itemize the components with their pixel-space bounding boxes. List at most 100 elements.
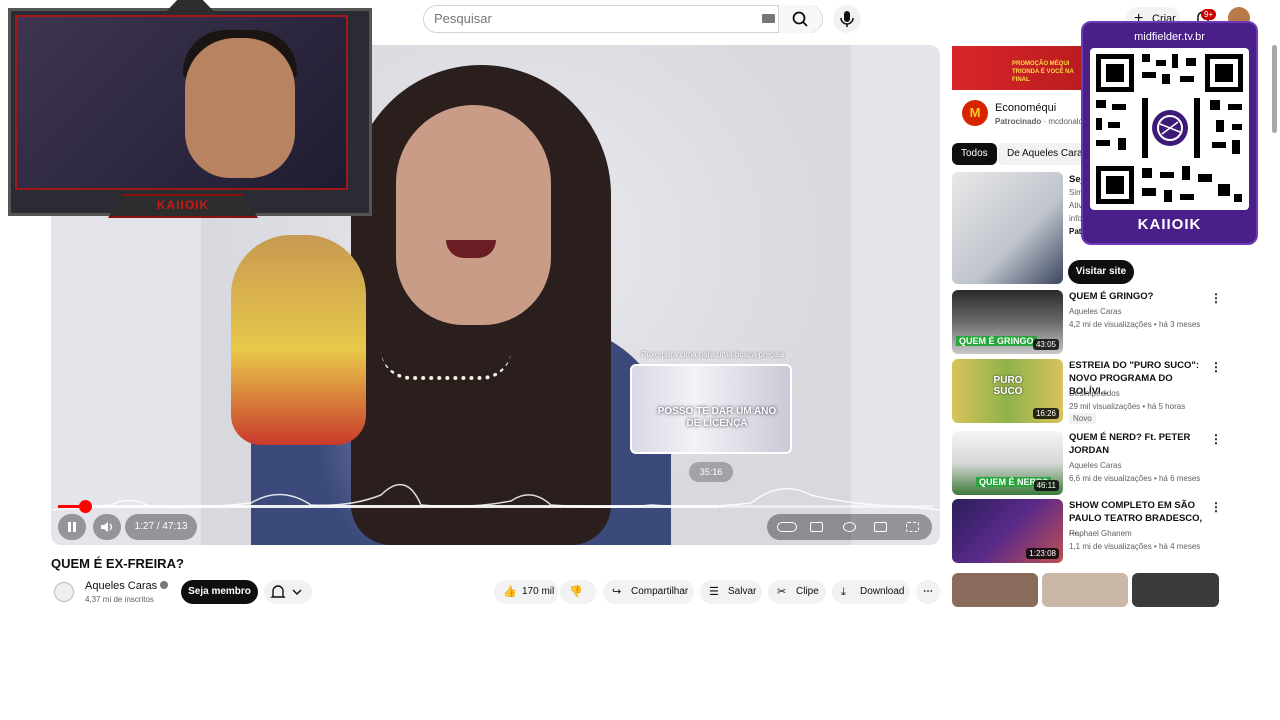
video-channel[interactable]: Aqueles Caras (1069, 305, 1121, 318)
qr-code (1090, 48, 1249, 210)
pause-icon (68, 522, 76, 532)
more-actions-button[interactable]: ⋯ (916, 580, 940, 604)
subtitles-icon[interactable] (810, 522, 823, 532)
thumbnail-text: QUEM É GRINGO (956, 336, 1037, 346)
video-channel[interactable]: Desimpedidos (1069, 387, 1120, 400)
video-channel[interactable]: Aqueles Caras (1069, 459, 1121, 472)
fullscreen-icon[interactable] (906, 522, 919, 532)
share-button[interactable]: ↪ Compartilhar (603, 580, 694, 604)
video-meta: 1,1 mi de visualizações • há 4 meses (1069, 542, 1201, 551)
video-duration: 46:11 (1033, 480, 1059, 491)
thumbs-up-icon: 👍 (503, 586, 517, 598)
save-label: Salvar (728, 586, 757, 597)
thumbnail-text: PURO SUCO (993, 375, 1023, 397)
video-meta: 4,2 mi de visualizações • há 3 meses (1069, 320, 1201, 329)
channel-avatar[interactable] (54, 582, 74, 602)
video-menu-button[interactable]: ⋮ (1210, 433, 1222, 445)
thumbs-down-icon: 👎 (569, 586, 583, 598)
video-duration: 16:26 (1032, 408, 1059, 419)
ad-title[interactable]: Economéqui (995, 102, 1056, 114)
shorts-thumbnail[interactable] (952, 573, 1038, 607)
chip-channel[interactable]: De Aqueles Caras (998, 143, 1084, 165)
video-meta: 6,6 mi de visualizações • há 6 meses (1069, 474, 1201, 483)
like-button[interactable]: 👍 170 mil (494, 580, 558, 604)
more-horizontal-icon: ⋯ (923, 586, 933, 597)
channel-name[interactable]: Aqueles Caras (85, 580, 157, 592)
mcdonalds-logo-icon: M (962, 100, 988, 126)
progress-bar[interactable] (58, 505, 933, 508)
time-display: 1:27 / 47:13 (125, 514, 197, 540)
search-button[interactable] (778, 5, 822, 33)
video-menu-button[interactable]: ⋮ (1210, 501, 1222, 513)
scrubber-handle[interactable] (79, 500, 92, 513)
settings-gear-icon[interactable] (843, 522, 856, 532)
qr-url: midfielder.tv.br (1134, 31, 1205, 43)
buffered-bar (58, 505, 718, 508)
miniplayer-icon[interactable] (874, 522, 887, 532)
visit-site-button[interactable]: Visitar site (1068, 260, 1134, 284)
dislike-button[interactable]: 👎 (560, 580, 596, 604)
video-channel[interactable]: Raphael Ghanem (1069, 527, 1132, 540)
download-button[interactable]: ⤓ Download (832, 580, 910, 604)
video-meta: 29 mil visualizações • há 5 horas (1069, 402, 1186, 411)
preview-time: 35:16 (689, 462, 733, 482)
subscriber-count: 4,37 mi de inscritos (85, 595, 154, 604)
share-icon: ↪ (612, 586, 622, 598)
volume-button[interactable] (93, 514, 121, 540)
voice-search-button[interactable] (833, 5, 861, 33)
notification-badge: 9+ (1201, 9, 1217, 20)
video-thumbnail[interactable]: QUEM É GRINGO 43:05 (952, 290, 1063, 354)
sponsored-video-thumbnail[interactable] (952, 172, 1063, 284)
scissors-icon: ✂ (777, 586, 787, 598)
share-label: Compartilhar (631, 586, 689, 597)
page-scrollbar[interactable] (1272, 45, 1277, 133)
clip-label: Clipe (796, 586, 819, 597)
scrub-preview-thumbnail: POSSO TE DAR UM ANO DE LICENÇA (630, 364, 792, 454)
sponsored-line-3: info (1069, 214, 1082, 223)
jesus-sticker (231, 235, 366, 445)
save-icon: ☰ (709, 586, 719, 598)
webcam-feed-face (185, 38, 295, 178)
clip-button[interactable]: ✂ Clipe (768, 580, 826, 604)
search-input[interactable] (434, 11, 754, 26)
like-count: 170 mil (522, 586, 555, 597)
video-duration: 43:05 (1032, 339, 1059, 350)
save-button[interactable]: ☰ Salvar (700, 580, 762, 604)
video-thumbnail[interactable]: 1:23:08 (952, 499, 1063, 563)
video-thumbnail[interactable]: QUEM É NERD? 46:11 (952, 431, 1063, 495)
shorts-thumbnail[interactable] (1042, 573, 1128, 607)
ad-banner[interactable]: PROMOÇÃO MÉQUI TRIONDA É VOCÊ NA FINAL (952, 46, 1092, 90)
ad-banner-text: PROMOÇÃO MÉQUI TRIONDA É VOCÊ NA FINAL (1012, 61, 1074, 83)
video-frame-face (396, 105, 551, 325)
search-icon (792, 11, 808, 27)
preview-caption: POSSO TE DAR UM ANO DE LICENÇA (657, 406, 777, 429)
keyboard-icon[interactable] (762, 14, 775, 23)
microphone-icon (840, 11, 854, 27)
chip-all[interactable]: Todos (952, 143, 997, 165)
shorts-thumbnail[interactable] (1132, 573, 1219, 607)
sponsored-title-partial[interactable]: Seja (1069, 173, 1081, 186)
video-duration: 1:23:08 (1026, 548, 1059, 559)
qr-name: KAIIOIK (1137, 216, 1202, 233)
webcam-feed (15, 15, 348, 190)
new-badge: Novo (1069, 413, 1096, 424)
ad-advertiser: mcdonald (1048, 117, 1084, 126)
search-bar[interactable] (423, 5, 823, 33)
pause-button[interactable] (58, 514, 86, 540)
bell-chevron-icon (270, 585, 302, 598)
join-member-button[interactable]: Seja membro (181, 580, 258, 604)
autoplay-toggle[interactable] (777, 522, 797, 532)
video-title[interactable]: QUEM É GRINGO? (1069, 290, 1207, 303)
video-title[interactable]: QUEM É NERD? Ft. PETER JORDAN (1069, 431, 1207, 457)
verified-icon (160, 581, 169, 589)
video-thumbnail[interactable]: PURO SUCO 16:26 (952, 359, 1063, 423)
ad-sponsored-label: Patrocinado (995, 117, 1042, 126)
video-menu-button[interactable]: ⋮ (1210, 292, 1222, 304)
subscription-bell-button[interactable] (264, 580, 312, 604)
qr-code-pattern (1096, 54, 1243, 204)
video-frame-necklace (381, 350, 511, 380)
volume-icon (101, 522, 113, 532)
channel-name-row[interactable]: Aqueles Caras (85, 580, 169, 592)
ad-sponsor-line: Patrocinado · mcdonald (995, 117, 1084, 126)
video-menu-button[interactable]: ⋮ (1210, 361, 1222, 373)
